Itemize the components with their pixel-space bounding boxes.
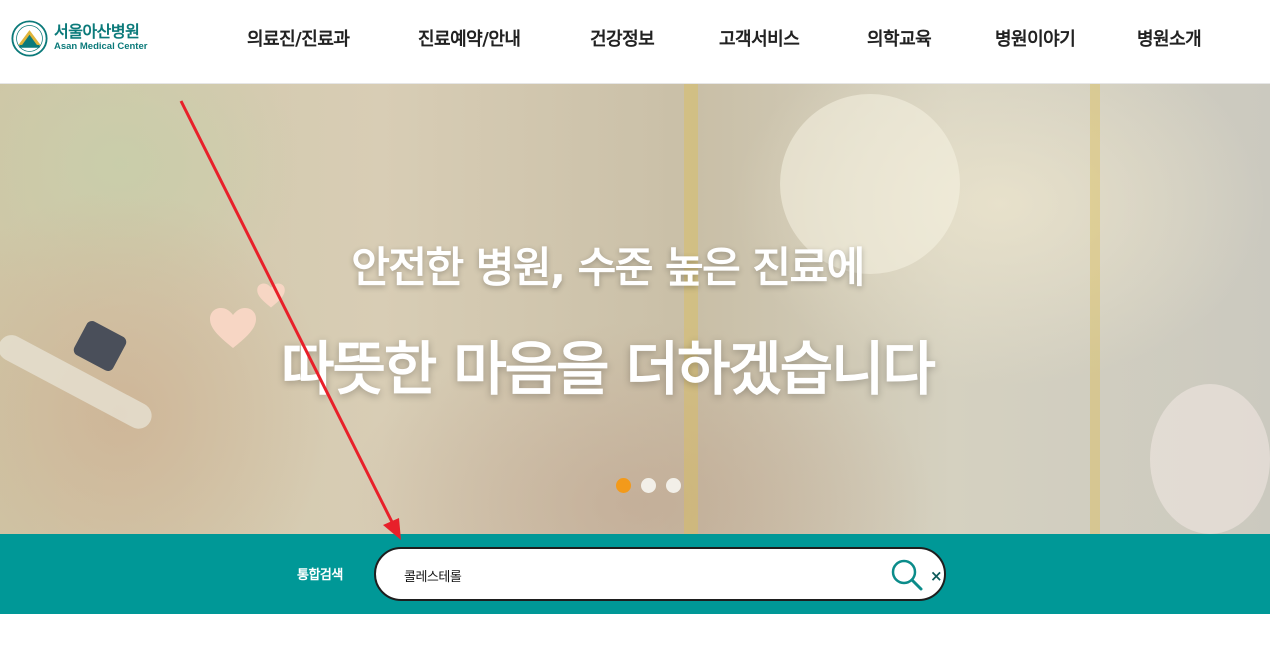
main-navigation: 의료진/진료과 진료예약/안내 건강정보 고객서비스 의학교육 병원이야기 병원… xyxy=(0,0,1270,84)
nav-appointment-guide[interactable]: 진료예약/안내 xyxy=(418,28,521,52)
nav-medical-education[interactable]: 의학교육 xyxy=(867,28,932,52)
nav-hospital-intro[interactable]: 병원소개 xyxy=(1137,28,1202,52)
close-icon[interactable]: × xyxy=(930,566,943,586)
hero-background-decoration xyxy=(684,84,698,534)
hero-background-decoration xyxy=(1090,84,1100,534)
slide-dot-3[interactable] xyxy=(666,478,681,493)
search-icon[interactable] xyxy=(890,558,924,592)
slide-dot-1[interactable] xyxy=(616,478,631,493)
slide-pagination xyxy=(616,478,681,493)
search-input[interactable] xyxy=(404,562,874,588)
nav-customer-service[interactable]: 고객서비스 xyxy=(719,28,800,52)
hero-subheadline: 따뜻한 마음을 더하겠습니다 xyxy=(281,335,936,403)
search-box: × xyxy=(374,547,946,601)
slide-dot-2[interactable] xyxy=(641,478,656,493)
integrated-search-bar: 통합검색 × xyxy=(0,534,1270,614)
nav-hospital-story[interactable]: 병원이야기 xyxy=(995,28,1076,52)
hero-background-decoration xyxy=(1150,384,1270,534)
site-header: 서울아산병원 Asan Medical Center 의료진/진료과 진료예약/… xyxy=(0,0,1270,84)
hero-banner: 안전한 병원, 수준 높은 진료에 따뜻한 마음을 더하겠습니다 xyxy=(0,84,1270,534)
hero-headline: 안전한 병원, 수준 높은 진료에 xyxy=(351,243,865,292)
nav-doctors-departments[interactable]: 의료진/진료과 xyxy=(247,28,350,52)
nav-health-info[interactable]: 건강정보 xyxy=(590,28,655,52)
search-label: 통합검색 xyxy=(297,568,343,583)
